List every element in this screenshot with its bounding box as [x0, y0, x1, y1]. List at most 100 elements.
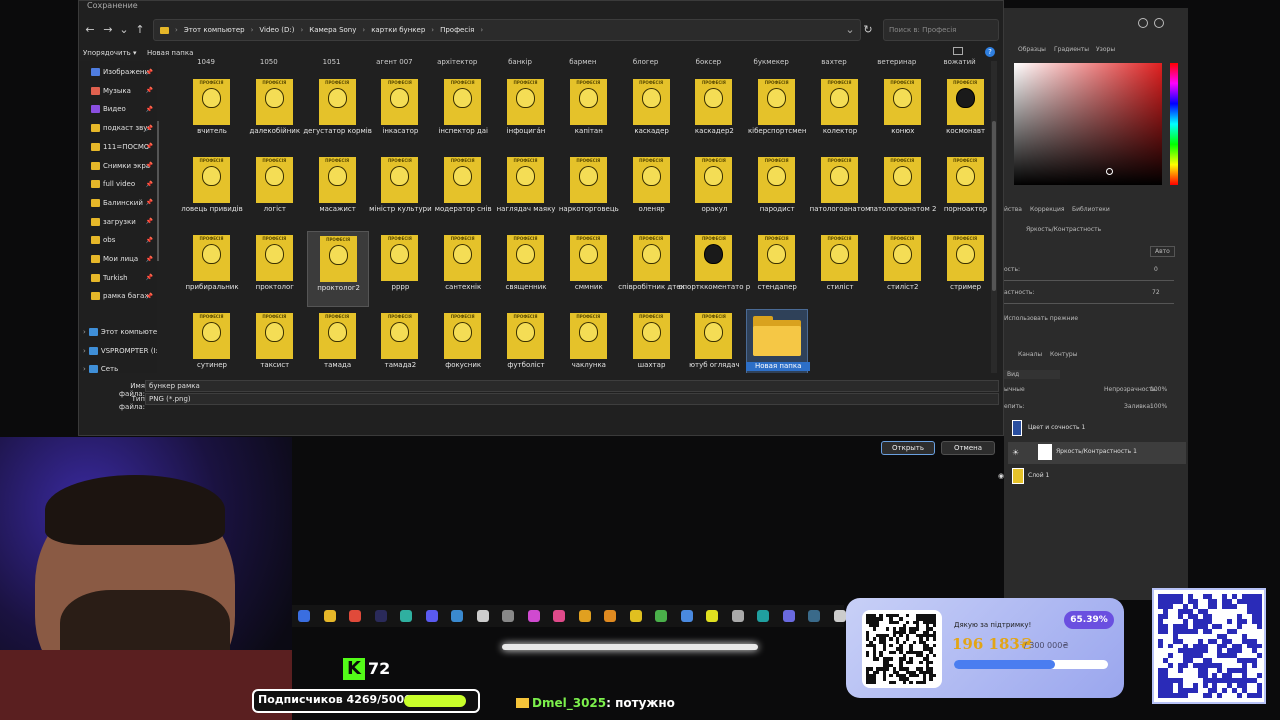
cancel-button[interactable]: Отмена [941, 441, 995, 455]
file-item[interactable]: ПРОФЕСІЯ чаклунка [558, 309, 620, 373]
layer-row[interactable]: ☀ Яркость/Контрастность 1 [1008, 442, 1186, 464]
taskbar-app-icon[interactable] [680, 610, 693, 622]
layer-row[interactable]: Цвет и сочность 1 [1008, 418, 1186, 440]
tab-channels[interactable]: Каналы [1018, 351, 1042, 358]
contrast-slider[interactable] [1004, 303, 1174, 304]
file-item[interactable]: ПРОФЕСІЯ масажист [307, 153, 369, 229]
hue-slider[interactable] [1170, 63, 1178, 185]
file-item[interactable]: ПРОФЕСІЯ проктолог [244, 231, 306, 307]
address-dropdown-icon[interactable]: ⌄ [843, 23, 857, 37]
tab-gradients[interactable]: Градиенты [1054, 46, 1089, 53]
back-arrow-icon[interactable]: ← [83, 23, 97, 37]
file-item[interactable]: ПРОФЕСІЯ ютуб оглядач [683, 309, 745, 373]
forward-arrow-icon[interactable]: → [101, 23, 115, 37]
taskbar-app-icon[interactable] [400, 610, 412, 622]
file-item[interactable]: ПРОФЕСІЯ ловець привидів [181, 153, 243, 229]
pin-icon[interactable]: 📌 [146, 218, 153, 225]
file-item[interactable]: ПРОФЕСІЯ фокусник [432, 309, 494, 373]
file-item[interactable]: ПРОФЕСІЯ вчитель [181, 75, 243, 151]
file-item[interactable]: ПРОФЕСІЯ наркоторговець [558, 153, 620, 229]
tab-paths[interactable]: Контуры [1050, 351, 1077, 358]
color-picker-cursor[interactable] [1106, 168, 1113, 175]
sidebar-item[interactable]: 111=ПОСМО 📌 [91, 140, 155, 154]
legacy-checkbox[interactable]: Использовать прежние [1004, 315, 1078, 322]
chevron-down-icon[interactable]: ⌄ [117, 23, 131, 37]
file-item[interactable]: ПРОФЕСІЯ конюх [872, 75, 934, 151]
sidebar-tree-item[interactable]: › Сеть [83, 362, 157, 376]
auto-button[interactable]: Авто [1150, 246, 1175, 257]
file-item[interactable]: ПРОФЕСІЯ логіст [244, 153, 306, 229]
sidebar-item[interactable]: подкаст звук 📌 [91, 121, 155, 135]
file-item[interactable]: ПРОФЕСІЯ колектор [809, 75, 871, 151]
tab-properties[interactable]: йства [1004, 206, 1022, 213]
file-item[interactable]: ПРОФЕСІЯ тамада [307, 309, 369, 373]
sidebar-item[interactable]: Изображени 📌 [91, 65, 155, 79]
pin-icon[interactable]: 📌 [146, 293, 153, 300]
contrast-value[interactable]: 72 [1152, 289, 1160, 296]
pin-icon[interactable]: 📌 [146, 87, 153, 94]
help-icon[interactable]: ? [985, 47, 995, 57]
file-item[interactable]: ПРОФЕСІЯ інспектор даі [432, 75, 494, 151]
filename-input[interactable]: бункер рамка [145, 380, 999, 392]
taskbar-app-icon[interactable] [757, 610, 769, 622]
file-item[interactable]: ПРОФЕСІЯ модератор снів [432, 153, 494, 229]
pin-icon[interactable]: 📌 [146, 162, 153, 169]
chevron-right-icon[interactable]: › [83, 365, 86, 373]
sidebar-tree-item[interactable]: › VSPROMPTER (I: [83, 344, 157, 358]
brightness-icon[interactable] [1154, 18, 1164, 28]
file-item[interactable]: ПРОФЕСІЯ футболіст [495, 309, 557, 373]
file-item[interactable]: ПРОФЕСІЯ каскадер [621, 75, 683, 151]
fill-value[interactable]: 100% [1150, 403, 1167, 410]
file-item[interactable]: ПРОФЕСІЯ пародист [746, 153, 808, 229]
address-bar[interactable]: › Этот компьютер › Video (D:) › Камера S… [153, 19, 861, 41]
breadcrumb-item[interactable]: Этот компьютер [184, 26, 245, 34]
file-item[interactable]: ПРОФЕСІЯ космонавт [935, 75, 997, 151]
sidebar-item[interactable]: рамка багаж 📌 [91, 289, 155, 303]
taskbar-app-icon[interactable] [553, 610, 565, 622]
breadcrumb-item[interactable]: Професія [440, 26, 474, 34]
search-icon[interactable] [1138, 18, 1148, 28]
new-folder-button[interactable]: Новая папка [147, 49, 193, 57]
file-item[interactable]: ПРОФЕСІЯ стендапер [746, 231, 808, 307]
breadcrumb-item[interactable]: Video (D:) [259, 26, 294, 34]
scrollbar-thumb[interactable] [992, 121, 996, 291]
taskbar-app-icon[interactable] [476, 610, 489, 622]
file-item[interactable]: ПРОФЕСІЯ шахтар [621, 309, 683, 373]
sidebar-item[interactable]: Снимки экра 📌 [91, 159, 155, 173]
filter-kind-select[interactable]: Вид [1004, 370, 1060, 379]
taskbar-app-icon[interactable] [451, 610, 463, 622]
taskbar-app-icon[interactable] [527, 610, 540, 622]
taskbar-app-icon[interactable] [323, 610, 336, 622]
file-item[interactable]: ПРОФЕСІЯ каскадер2 [683, 75, 745, 151]
pin-icon[interactable]: 📌 [146, 143, 153, 150]
taskbar-app-icon[interactable] [298, 610, 310, 622]
pin-icon[interactable]: 📌 [146, 106, 153, 113]
up-arrow-icon[interactable]: ↑ [133, 23, 147, 37]
file-item[interactable]: ПРОФЕСІЯ порноактор [935, 153, 997, 229]
chevron-right-icon[interactable]: › [83, 347, 86, 355]
new-folder-item[interactable]: Новая папка [746, 309, 811, 373]
sidebar-item[interactable]: full video 📌 [91, 177, 155, 191]
file-item[interactable]: ПРОФЕСІЯ спортккоментато р [679, 231, 750, 307]
breadcrumb-item[interactable]: Камера Sony [309, 26, 356, 34]
file-item[interactable]: ПРОФЕСІЯ священник [495, 231, 557, 307]
eye-icon[interactable]: ☀ [1012, 448, 1019, 457]
file-item[interactable]: ПРОФЕСІЯ оленяр [621, 153, 683, 229]
file-item[interactable]: ПРОФЕСІЯ патологоанатом 2 [869, 153, 937, 229]
taskbar-app-icon[interactable] [578, 610, 591, 622]
file-item[interactable]: ПРОФЕСІЯ наглядач маяку [495, 153, 557, 229]
breadcrumb-item[interactable]: картки бункер [371, 26, 425, 34]
brightness-value[interactable]: 0 [1154, 266, 1158, 273]
file-item[interactable]: ПРОФЕСІЯ капітан [558, 75, 620, 151]
file-item[interactable]: ПРОФЕСІЯ кіберспортсмен [746, 75, 808, 151]
taskbar-app-icon[interactable] [782, 610, 795, 622]
file-item[interactable]: ПРОФЕСІЯ стиліст [809, 231, 871, 307]
view-icon[interactable] [953, 47, 963, 55]
organize-button[interactable]: Упорядочить ▾ [83, 49, 137, 57]
file-item[interactable]: ПРОФЕСІЯ співробітник дтек [618, 231, 685, 307]
scrollbar[interactable] [991, 61, 997, 373]
sidebar-item[interactable]: Музыка 📌 [91, 84, 155, 98]
color-picker-field[interactable] [1014, 63, 1162, 185]
tab-patterns[interactable]: Узоры [1096, 46, 1115, 53]
taskbar-app-icon[interactable] [374, 610, 387, 622]
